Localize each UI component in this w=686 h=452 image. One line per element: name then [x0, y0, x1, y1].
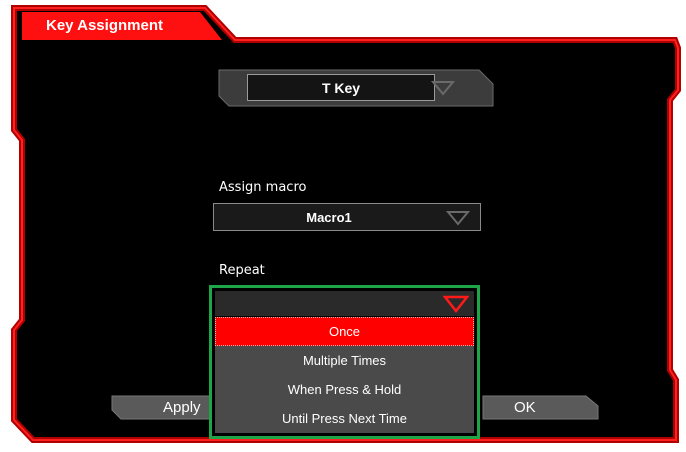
tab-key-assignment: Key Assignment [46, 17, 163, 34]
repeat-options-list: Once Multiple Times When Press & Hold Un… [215, 317, 474, 433]
repeat-select[interactable] [215, 291, 474, 316]
repeat-option-until-press-next-time[interactable]: Until Press Next Time [215, 404, 474, 433]
repeat-dropdown[interactable]: Once Multiple Times When Press & Hold Un… [209, 285, 480, 439]
assign-macro-label: Assign macro [219, 180, 307, 195]
repeat-option-multiple-times[interactable]: Multiple Times [215, 346, 474, 375]
apply-button-label: Apply [163, 398, 201, 416]
macro-select[interactable]: Macro1 [213, 203, 481, 231]
triangle-down-icon[interactable] [443, 295, 469, 313]
key-select[interactable]: T Key [217, 68, 495, 108]
apply-button[interactable]: Apply [111, 394, 215, 420]
triangle-down-icon[interactable] [446, 210, 470, 226]
ok-button[interactable]: OK [482, 394, 599, 420]
repeat-option-once[interactable]: Once [215, 317, 474, 346]
key-select-value: T Key [247, 74, 435, 101]
repeat-option-when-press-hold[interactable]: When Press & Hold [215, 375, 474, 404]
ok-button-label: OK [514, 398, 536, 416]
macro-select-value: Macro1 [306, 209, 352, 225]
triangle-down-icon[interactable] [431, 80, 455, 96]
ok-button-bg [482, 395, 599, 420]
repeat-label: Repeat [219, 263, 265, 278]
